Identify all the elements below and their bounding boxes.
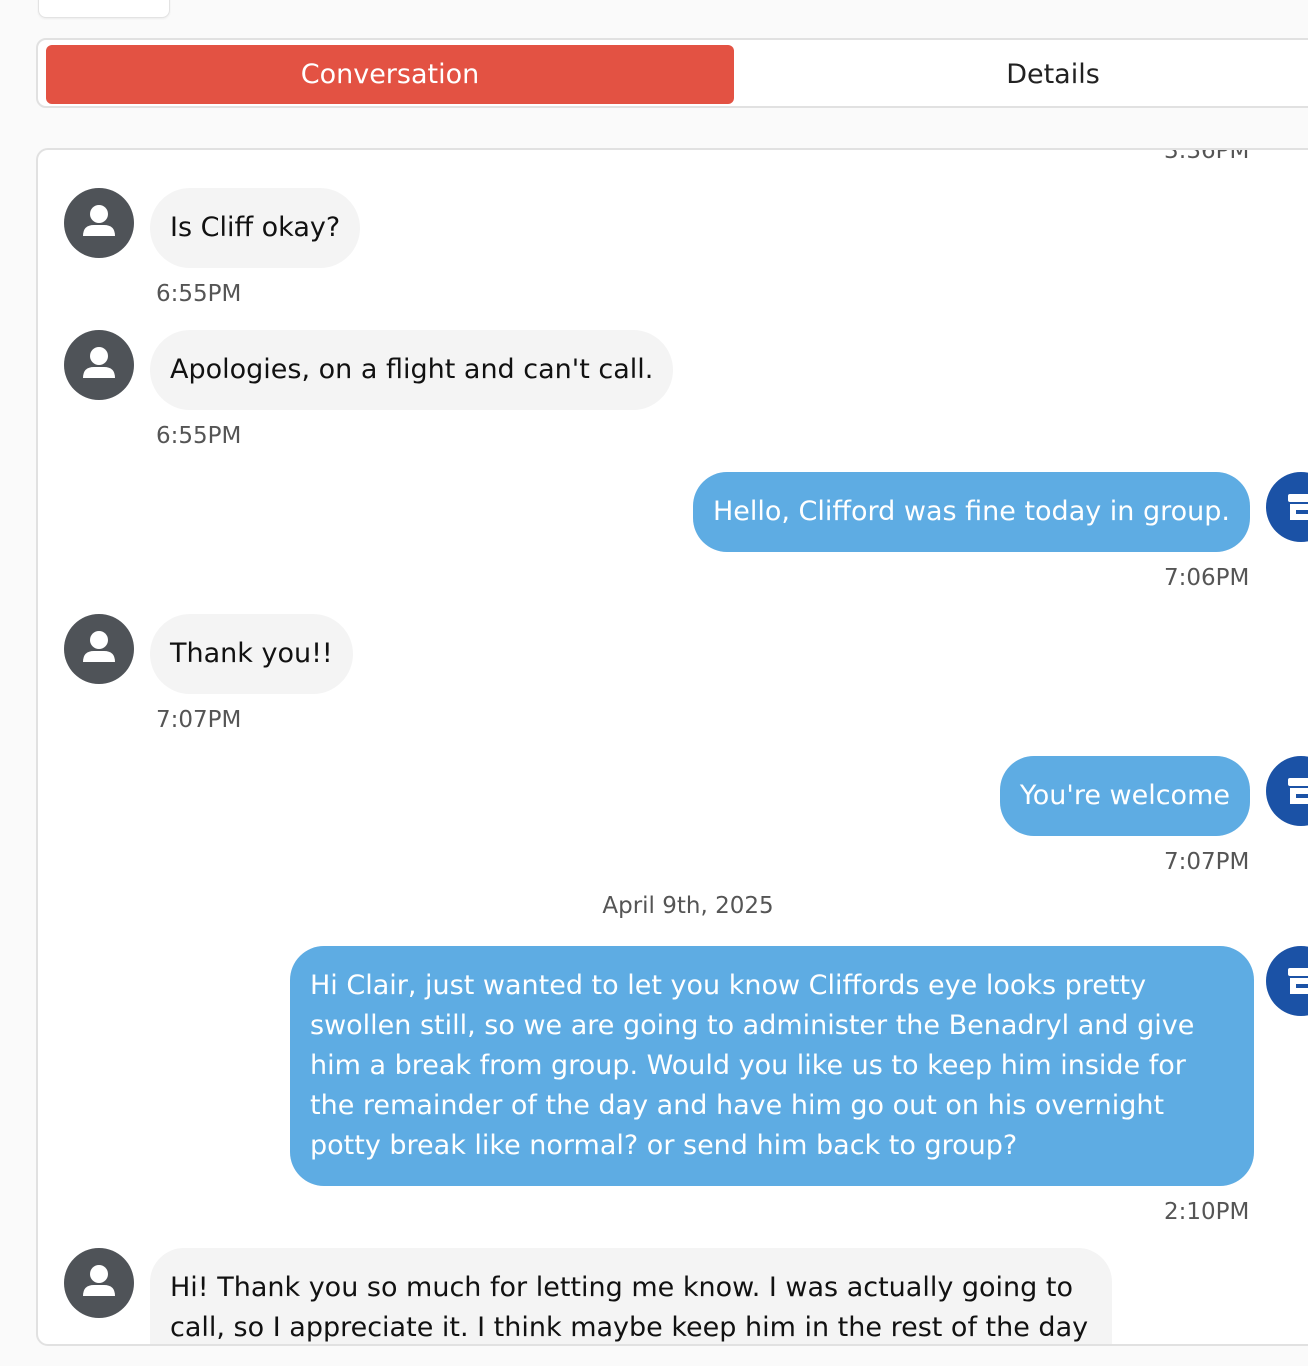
- store-icon: [1288, 778, 1308, 804]
- user-avatar: [64, 1248, 134, 1318]
- message-time: 7:07PM: [156, 707, 242, 733]
- user-icon: [83, 205, 115, 236]
- user-icon: [83, 347, 115, 378]
- user-avatar: [64, 330, 134, 400]
- tab-details[interactable]: Details: [738, 45, 1308, 104]
- message-bubble-outgoing: Hi Clair, just wanted to let you know Cl…: [290, 946, 1254, 1186]
- message-time: 2:10PM: [1164, 1199, 1250, 1225]
- conversation-panel[interactable]: 3:36PM Is Cliff okay? 6:55PM Apologies, …: [36, 148, 1308, 1346]
- date-separator: April 9th, 2025: [602, 893, 774, 919]
- message-time: 6:55PM: [156, 423, 242, 449]
- message-time: 6:55PM: [156, 281, 242, 307]
- message-time: 3:36PM: [1164, 148, 1250, 164]
- store-icon: [1288, 494, 1308, 520]
- store-avatar: [1266, 756, 1308, 826]
- message-bubble-incoming: Apologies, on a flight and can't call.: [150, 330, 674, 410]
- message-bubble-outgoing: You're welcome: [999, 756, 1250, 836]
- tab-bar: Conversation Details: [36, 38, 1308, 108]
- message-bubble-incoming: Thank you!!: [150, 614, 353, 694]
- store-avatar: [1266, 472, 1308, 542]
- message-time: 7:07PM: [1164, 849, 1250, 875]
- user-icon: [83, 631, 115, 662]
- message-bubble-incoming: Is Cliff okay?: [150, 188, 361, 268]
- tab-conversation[interactable]: Conversation: [46, 45, 734, 104]
- message-bubble-outgoing: Hello, Clifford was fine today in group.: [692, 472, 1250, 552]
- message-bubble-incoming: Hi! Thank you so much for letting me kno…: [150, 1248, 1112, 1344]
- user-avatar: [64, 188, 134, 258]
- store-avatar: [1266, 946, 1308, 1016]
- user-avatar: [64, 614, 134, 684]
- store-icon: [1288, 968, 1308, 994]
- message-time: 7:06PM: [1164, 565, 1250, 591]
- top-toolbar-stub[interactable]: [38, 0, 170, 18]
- user-icon: [83, 1265, 115, 1296]
